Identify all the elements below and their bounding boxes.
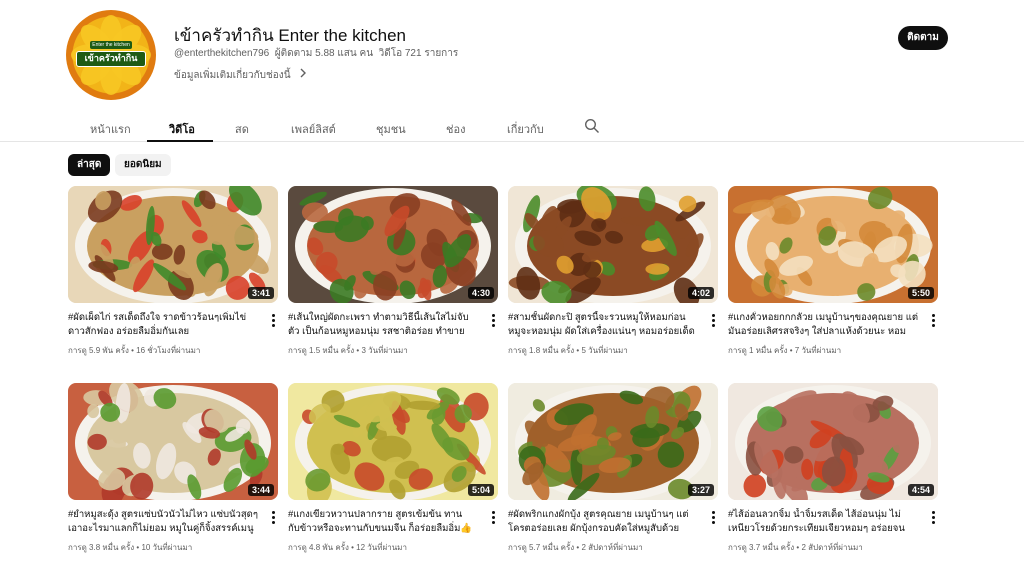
video-duration: 3:44 <box>247 484 274 496</box>
thumbnail-image <box>288 186 498 303</box>
more-options-icon[interactable] <box>268 313 278 329</box>
channel-subscribers: ผู้ติดตาม 5.88 แสน คน <box>274 48 374 59</box>
video-title[interactable]: #ผัดเผ็ดไก่ รสเด็ดถึงใจ ราดข้าวร้อนๆเพิ่… <box>68 311 258 339</box>
video-title[interactable]: #ไส้อ่อนลวกจิ้ม น้ำจิ้มรสเด็ด ไส้อ่อนนุ่… <box>728 508 918 536</box>
video-thumbnail[interactable]: 3:27 <box>508 383 718 500</box>
more-options-icon[interactable] <box>708 313 718 329</box>
video-card[interactable]: 4:54 #ไส้อ่อนลวกจิ้ม น้ำจิ้มรสเด็ด ไส้อ่อ… <box>728 383 938 555</box>
thumbnail-image <box>508 186 718 303</box>
tab-about[interactable]: เกี่ยวกับ <box>507 120 544 138</box>
video-views: การดู 1.8 หมื่น ครั้ง <box>508 346 575 355</box>
channel-name: เข้าครัวทำกิน Enter the kitchen <box>174 26 406 45</box>
channel-header: Enter the kitchen เข้าครัวทำกิน เข้าครัว… <box>66 10 956 102</box>
video-meta: การดู 3.8 หมื่น ครั้ง • 10 วันที่ผ่านมา <box>68 541 268 554</box>
video-thumbnail[interactable]: 3:41 <box>68 186 278 303</box>
video-age: 5 วันที่ผ่านมา <box>581 346 628 355</box>
thumbnail-image <box>508 383 718 500</box>
channel-tabs: หน้าแรก วิดีโอ สด เพลย์ลิสต์ ชุมชน ช่อง … <box>80 112 1024 142</box>
channel-video-count: วิดีโอ 721 รายการ <box>378 48 459 59</box>
video-age: 10 วันที่ผ่านมา <box>141 543 193 552</box>
video-card[interactable]: 5:50 #แกงคั่วหอยกกกลัวย เมนูบ้านๆของคุณยา… <box>728 186 938 358</box>
more-options-icon[interactable] <box>488 313 498 329</box>
more-options-icon[interactable] <box>488 510 498 526</box>
avatar-top-text: Enter the kitchen <box>90 41 132 49</box>
video-card[interactable]: 3:44 #ยำหมูสะดุ้ง สูตรแซ่บนัวนัวไม่ไหว แซ… <box>68 383 278 555</box>
tab-channels[interactable]: ช่อง <box>446 120 465 138</box>
video-card[interactable]: 4:02 #สามชั้นผัดกะปิ สูตรนี้จะรวนหมูให้หอ… <box>508 186 718 358</box>
video-duration: 4:02 <box>687 287 714 299</box>
video-meta: การดู 1.8 หมื่น ครั้ง • 5 วันที่ผ่านมา <box>508 344 708 357</box>
more-options-icon[interactable] <box>708 510 718 526</box>
video-card[interactable]: 5:04 #แกงเขียวหวานปลากราย สูตรเข้มข้น ทาน… <box>288 383 498 555</box>
tab-playlists[interactable]: เพลย์ลิสต์ <box>291 120 336 138</box>
video-age: 2 สัปดาห์ที่ผ่านมา <box>801 543 863 552</box>
more-options-icon[interactable] <box>928 510 938 526</box>
subscribe-button[interactable]: ติดตาม <box>898 26 948 50</box>
channel-avatar[interactable]: Enter the kitchen เข้าครัวทำกิน <box>66 10 156 100</box>
video-duration: 3:41 <box>247 287 274 299</box>
video-age: 3 วันที่ผ่านมา <box>361 346 408 355</box>
tab-videos[interactable]: วิดีโอ <box>169 120 195 138</box>
video-thumbnail[interactable]: 4:54 <box>728 383 938 500</box>
video-meta: การดู 1 หมื่น ครั้ง • 7 วันที่ผ่านมา <box>728 344 928 357</box>
video-duration: 4:30 <box>467 287 494 299</box>
search-icon[interactable] <box>584 118 600 134</box>
video-thumbnail[interactable]: 5:04 <box>288 383 498 500</box>
video-title[interactable]: #แกงคั่วหอยกกกลัวย เมนูบ้านๆของคุณยาย แต… <box>728 311 918 339</box>
more-info-label: ข้อมูลเพิ่มเติมเกี่ยวกับช่องนี้ <box>174 70 291 81</box>
video-views: การดู 3.7 หมื่น ครั้ง <box>728 543 795 552</box>
chip-latest[interactable]: ล่าสุด <box>68 154 111 176</box>
tab-community[interactable]: ชุมชน <box>376 120 406 138</box>
video-card[interactable]: 4:30 #เส้นใหญ่ผัดกะเพรา ทำตามวิธีนี้เส้นใ… <box>288 186 498 358</box>
tab-live[interactable]: สด <box>235 120 249 138</box>
video-duration: 3:27 <box>687 484 714 496</box>
video-meta: การดู 5.9 พัน ครั้ง • 16 ชั่วโมงที่ผ่านม… <box>68 344 268 357</box>
tab-home[interactable]: หน้าแรก <box>90 120 131 138</box>
video-meta: การดู 5.7 หมื่น ครั้ง • 2 สัปดาห์ที่ผ่าน… <box>508 541 708 554</box>
video-duration: 5:50 <box>907 287 934 299</box>
video-meta: การดู 1.5 หมื่น ครั้ง • 3 วันที่ผ่านมา <box>288 344 488 357</box>
video-views: การดู 1.5 หมื่น ครั้ง <box>288 346 355 355</box>
video-meta: การดู 3.7 หมื่น ครั้ง • 2 สัปดาห์ที่ผ่าน… <box>728 541 928 554</box>
video-views: การดู 4.8 พัน ครั้ง <box>288 543 349 552</box>
video-title[interactable]: #เส้นใหญ่ผัดกะเพรา ทำตามวิธีนี้เส้นใสไม่… <box>288 311 478 339</box>
video-thumbnail[interactable]: 4:02 <box>508 186 718 303</box>
thumbnail-image <box>728 186 938 303</box>
video-age: 16 ชั่วโมงที่ผ่านมา <box>136 346 201 355</box>
video-duration: 5:04 <box>467 484 494 496</box>
channel-more-info[interactable]: ข้อมูลเพิ่มเติมเกี่ยวกับช่องนี้ <box>174 68 307 83</box>
more-options-icon[interactable] <box>928 313 938 329</box>
more-options-icon[interactable] <box>268 510 278 526</box>
video-views: การดู 1 หมื่น ครั้ง <box>728 346 788 355</box>
thumbnail-image <box>68 383 278 500</box>
video-age: 2 สัปดาห์ที่ผ่านมา <box>581 543 643 552</box>
video-thumbnail[interactable]: 4:30 <box>288 186 498 303</box>
thumbnail-image <box>288 383 498 500</box>
video-thumbnail[interactable]: 3:44 <box>68 383 278 500</box>
video-views: การดู 3.8 หมื่น ครั้ง <box>68 543 135 552</box>
video-title[interactable]: #ผัดพริกแกงผักบุ้ง สูตรคุณยาย เมนูบ้านๆ … <box>508 508 698 536</box>
video-thumbnail[interactable]: 5:50 <box>728 186 938 303</box>
video-card[interactable]: 3:27 #ผัดพริกแกงผักบุ้ง สูตรคุณยาย เมนูบ้… <box>508 383 718 555</box>
thumbnail-image <box>728 383 938 500</box>
video-meta: การดู 4.8 พัน ครั้ง • 12 วันที่ผ่านมา <box>288 541 488 554</box>
video-title[interactable]: #แกงเขียวหวานปลากราย สูตรเข้มข้น ทานกับข… <box>288 508 478 536</box>
active-tab-underline <box>147 140 213 142</box>
channel-meta: @enterthekitchen796 ผู้ติดตาม 5.88 แสน ค… <box>174 46 458 61</box>
video-title[interactable]: #ยำหมูสะดุ้ง สูตรแซ่บนัวนัวไม่ไหว แซ่บนั… <box>68 508 258 536</box>
video-card[interactable]: 3:41 #ผัดเผ็ดไก่ รสเด็ดถึงใจ ราดข้าวร้อนๆ… <box>68 186 278 358</box>
video-views: การดู 5.7 หมื่น ครั้ง <box>508 543 575 552</box>
video-age: 12 วันที่ผ่านมา <box>356 543 407 552</box>
avatar-logo-text: เข้าครัวทำกิน <box>76 51 146 67</box>
video-title[interactable]: #สามชั้นผัดกะปิ สูตรนี้จะรวนหมูให้หอมก่อ… <box>508 311 698 339</box>
channel-handle: @enterthekitchen796 <box>174 48 270 59</box>
meta-separator: • <box>787 346 795 355</box>
video-age: 7 วันที่ผ่านมา <box>794 346 842 355</box>
chevron-right-icon <box>299 68 307 81</box>
chip-popular[interactable]: ยอดนิยม <box>115 154 171 176</box>
thumbnail-image <box>68 186 278 303</box>
video-duration: 4:54 <box>907 484 934 496</box>
video-views: การดู 5.9 พัน ครั้ง <box>68 346 129 355</box>
